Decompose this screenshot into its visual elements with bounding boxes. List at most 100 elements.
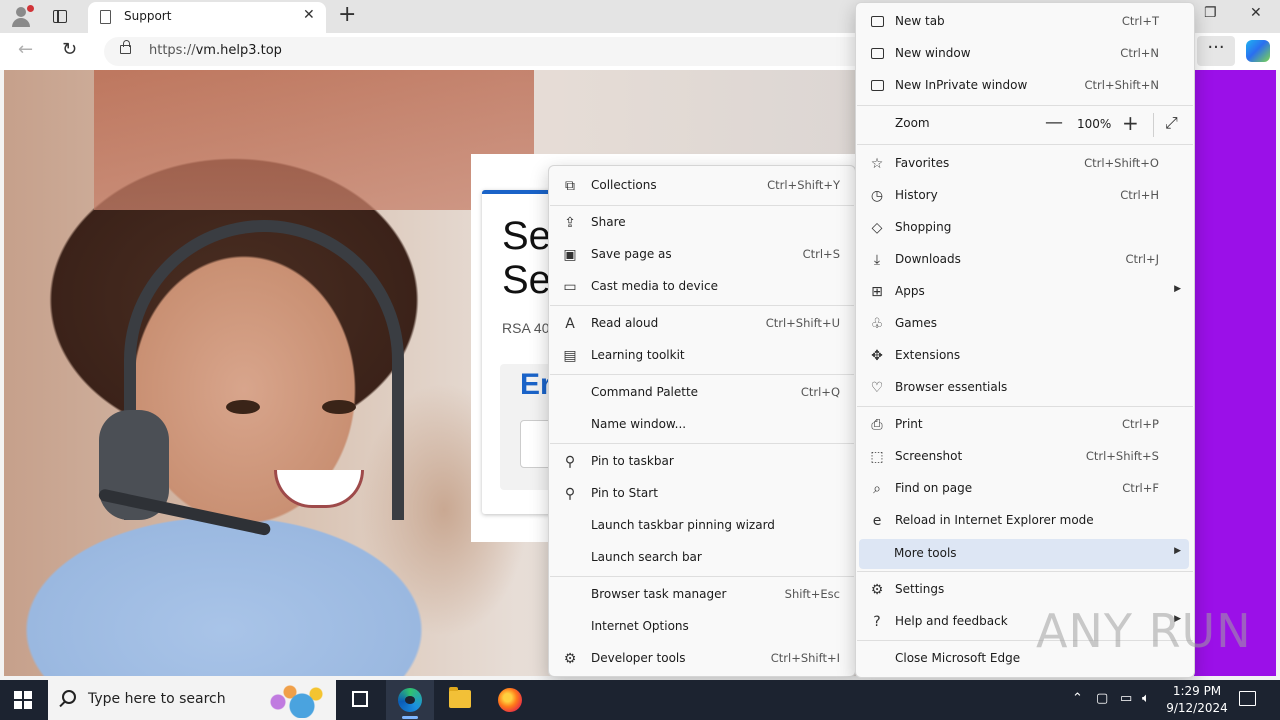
page-icon	[100, 10, 111, 24]
copilot-icon[interactable]	[1246, 40, 1270, 62]
menu-item-more-tools[interactable]: More tools ▶	[859, 539, 1189, 569]
taskbar-file-explorer-button[interactable]	[436, 680, 484, 720]
tray-device-icon[interactable]: ▢	[1096, 691, 1108, 706]
chevron-right-icon: ▶	[1174, 546, 1181, 556]
menu-item-new-tab[interactable]: New tab Ctrl+T	[857, 7, 1193, 37]
taskbar: Type here to search ⌃ ▢ ▭ 🔈︎ 1:29 PM 9/1…	[0, 680, 1280, 720]
card-subtext: RSA 40	[502, 320, 550, 336]
menu-item-favorites[interactable]: ☆ Favorites Ctrl+Shift+O	[857, 149, 1193, 179]
volume-icon[interactable]: 🔈︎	[1142, 691, 1150, 706]
notification-icon[interactable]	[1239, 691, 1256, 706]
menu-item-command-palette[interactable]: Command Palette Ctrl+Q	[550, 378, 854, 408]
menu-item-screenshot[interactable]: ⬚ Screenshot Ctrl+Shift+S	[857, 442, 1193, 472]
find-icon: ⌕	[873, 481, 881, 497]
save-icon: ▣	[563, 247, 577, 263]
read-aloud-icon: A	[565, 316, 575, 332]
menu-item-collections[interactable]: ⧉ Collections Ctrl+Shift+Y	[550, 171, 854, 201]
apps-icon: ⊞	[871, 284, 883, 300]
zoom-in-button[interactable]: +	[1122, 111, 1139, 135]
star-icon: ☆	[870, 156, 884, 172]
card-heading: Se Se	[502, 214, 551, 302]
collections-icon: ⧉	[565, 178, 575, 194]
search-highlight-icon	[266, 684, 326, 718]
zoom-row: Zoom — 100% + ⤢	[895, 111, 1178, 137]
menu-item-new-inprivate-window[interactable]: New InPrivate window Ctrl+Shift+N	[857, 71, 1193, 101]
history-icon: ◷	[870, 188, 884, 204]
menu-item-reload-ie-mode[interactable]: e Reload in Internet Explorer mode	[857, 506, 1193, 536]
menu-item-browser-task-manager[interactable]: Browser task manager Shift+Esc	[550, 580, 854, 610]
system-clock[interactable]: 1:29 PM 9/12/2024	[1162, 683, 1232, 717]
pin-icon: ⚲	[564, 486, 576, 502]
menu-item-save-page-as[interactable]: ▣ Save page as Ctrl+S	[550, 240, 854, 270]
url-text: https://vm.help3.top	[149, 43, 282, 58]
address-bar[interactable]: https://vm.help3.top	[104, 37, 884, 66]
menu-item-history[interactable]: ◷ History Ctrl+H	[857, 181, 1193, 211]
menu-item-read-aloud[interactable]: A Read aloud Ctrl+Shift+U	[550, 309, 854, 339]
back-arrow-icon[interactable]: ←	[18, 39, 33, 60]
menu-item-learning-toolkit[interactable]: ▤ Learning toolkit	[550, 341, 854, 371]
zoom-out-button[interactable]: —	[1045, 112, 1063, 133]
printer-icon: ⎙	[871, 417, 883, 433]
puzzle-icon: ✥	[871, 348, 883, 364]
clock-time: 1:29 PM	[1172, 684, 1222, 698]
purple-banner	[1194, 70, 1276, 676]
taskbar-edge-button[interactable]	[386, 680, 434, 720]
fullscreen-icon[interactable]: ⤢	[1165, 113, 1178, 133]
reload-icon[interactable]: ↻	[62, 39, 77, 60]
heart-pulse-icon: ♡	[870, 380, 884, 396]
close-window-icon[interactable]: ✕	[1250, 5, 1262, 21]
task-view-button[interactable]	[336, 680, 384, 720]
new-window-icon	[868, 45, 886, 63]
menu-item-downloads[interactable]: ⤓ Downloads Ctrl+J	[857, 245, 1193, 275]
search-icon	[62, 690, 76, 704]
menu-item-settings[interactable]: ⚙ Settings	[857, 575, 1193, 605]
menu-item-pin-to-taskbar[interactable]: ⚲ Pin to taskbar	[550, 447, 854, 477]
firefox-icon	[498, 688, 522, 712]
learning-icon: ▤	[563, 348, 577, 364]
menu-item-internet-options[interactable]: Internet Options	[550, 612, 854, 642]
browser-tab[interactable]: Support ✕	[88, 2, 326, 33]
menu-item-share[interactable]: ⇪ Share	[550, 208, 854, 238]
menu-item-new-window[interactable]: New window Ctrl+N	[857, 39, 1193, 69]
settings-and-more-menu: New tab Ctrl+T New window Ctrl+N New InP…	[855, 2, 1195, 678]
screenshot-icon: ⬚	[870, 449, 884, 465]
close-tab-icon[interactable]: ✕	[303, 7, 315, 23]
menu-item-browser-essentials[interactable]: ♡ Browser essentials	[857, 373, 1193, 403]
new-tab-button[interactable]: +	[338, 2, 356, 28]
network-icon[interactable]: ▭	[1120, 691, 1132, 706]
menu-item-developer-tools[interactable]: ⚙ Developer tools Ctrl+Shift+I	[550, 644, 854, 674]
inprivate-icon	[868, 77, 886, 95]
settings-and-more-button[interactable]: ···	[1197, 36, 1235, 66]
edge-icon	[398, 688, 422, 712]
tab-actions-icon[interactable]	[48, 6, 72, 28]
ie-icon: e	[872, 513, 882, 529]
share-icon: ⇪	[564, 215, 576, 231]
taskbar-firefox-button[interactable]	[486, 680, 534, 720]
menu-item-apps[interactable]: ⊞ Apps ▶	[857, 277, 1193, 307]
menu-item-find-on-page[interactable]: ⌕ Find on page Ctrl+F	[857, 474, 1193, 504]
menu-item-extensions[interactable]: ✥ Extensions	[857, 341, 1193, 371]
menu-item-shopping[interactable]: ◇ Shopping	[857, 213, 1193, 243]
menu-item-games[interactable]: ♧ Games	[857, 309, 1193, 339]
devtools-icon: ⚙	[563, 651, 577, 667]
panel-heading: Er	[520, 368, 552, 401]
restore-window-icon[interactable]: ❐	[1204, 5, 1217, 21]
menu-item-taskbar-pinning-wizard[interactable]: Launch taskbar pinning wizard	[550, 511, 854, 541]
taskbar-search-box[interactable]: Type here to search	[48, 680, 336, 720]
menu-item-cast-media[interactable]: ▭ Cast media to device	[550, 272, 854, 302]
tag-icon: ◇	[871, 220, 883, 236]
lock-icon[interactable]	[120, 40, 131, 54]
menu-item-launch-search-bar[interactable]: Launch search bar	[550, 543, 854, 573]
windows-start-icon[interactable]	[14, 691, 32, 709]
help-icon: ?	[873, 614, 881, 630]
menu-item-print[interactable]: ⎙ Print Ctrl+P	[857, 410, 1193, 440]
gamepad-icon: ♧	[870, 316, 884, 332]
menu-item-name-window[interactable]: Name window...	[550, 410, 854, 440]
zoom-level: 100%	[1077, 117, 1112, 131]
profile-avatar-icon[interactable]	[8, 4, 34, 30]
tab-title: Support	[124, 9, 172, 23]
menu-item-pin-to-start[interactable]: ⚲ Pin to Start	[550, 479, 854, 509]
anyrun-watermark: ANY RUN	[1036, 604, 1252, 658]
tray-chevron-up-icon[interactable]: ⌃	[1072, 691, 1083, 706]
download-icon: ⤓	[873, 252, 881, 268]
